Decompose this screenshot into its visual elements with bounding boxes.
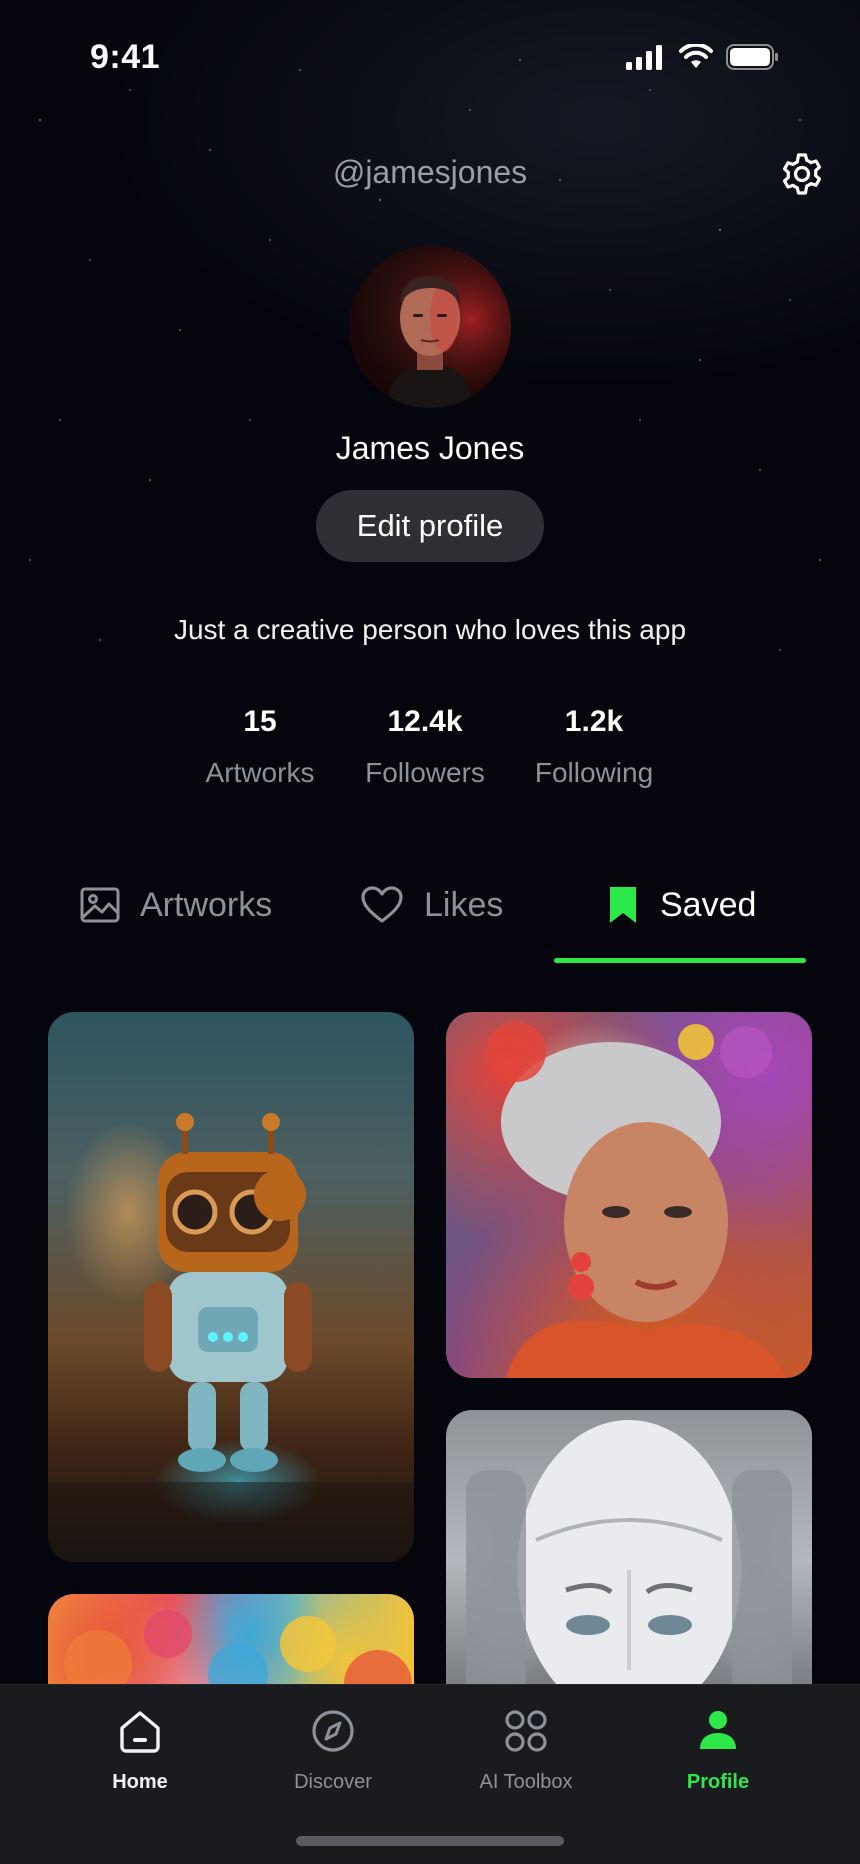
avatar[interactable] <box>349 246 511 408</box>
person-icon <box>700 1711 736 1749</box>
status-time: 9:41 <box>90 38 161 76</box>
saved-artwork-card[interactable] <box>48 1012 414 1562</box>
content-tabs: Artworks Likes Saved <box>0 870 860 963</box>
nav-label: Discover <box>294 1771 372 1793</box>
tab-artworks[interactable]: Artworks <box>80 870 272 940</box>
avatar-portrait <box>349 246 511 408</box>
nav-ai-toolbox[interactable]: AI Toolbox <box>436 1707 616 1794</box>
wifi-icon <box>679 44 713 68</box>
battery-icon <box>726 44 778 70</box>
image-icon <box>80 887 120 923</box>
active-tab-indicator <box>554 958 806 963</box>
tab-label: Likes <box>424 885 504 924</box>
elderly-woman-artwork <box>486 1022 786 1378</box>
tab-label: Artworks <box>140 885 273 924</box>
nav-label: Home <box>112 1771 168 1793</box>
stat-value: 1.2k <box>564 705 624 738</box>
status-bar: 9:41 <box>0 0 860 110</box>
saved-artwork-card[interactable] <box>446 1012 812 1378</box>
compass-icon <box>312 1710 354 1752</box>
cyborg-artwork <box>466 1420 792 1710</box>
heart-icon <box>361 886 403 923</box>
tab-label: Saved <box>660 885 757 924</box>
tab-saved[interactable]: Saved <box>606 870 756 940</box>
edit-profile-button[interactable]: Edit profile <box>316 490 544 562</box>
profile-bio: Just a creative person who loves this ap… <box>173 614 687 645</box>
cellular-signal-icon <box>626 45 662 70</box>
profile-handle: @jamesjones <box>332 154 528 190</box>
settings-gear-icon[interactable] <box>778 150 826 198</box>
profile-name: James Jones <box>335 430 525 466</box>
nav-profile[interactable]: Profile <box>628 1707 808 1794</box>
nav-label: Profile <box>686 1771 750 1793</box>
grid-icon <box>505 1710 547 1752</box>
nav-label: AI Toolbox <box>479 1771 573 1793</box>
profile-screen: 9:41 @jamesjones James Jones Edit profil… <box>0 0 860 1864</box>
status-icons <box>626 44 780 70</box>
bookmark-icon <box>610 887 636 923</box>
robot-artwork <box>48 1113 414 1562</box>
tab-likes[interactable]: Likes <box>360 870 503 940</box>
saved-artwork-card[interactable] <box>446 1410 812 1710</box>
home-indicator <box>296 1836 564 1846</box>
stat-label: Following <box>534 757 654 788</box>
home-icon <box>120 1711 160 1753</box>
stat-following[interactable]: 1.2k Following <box>494 705 694 789</box>
nav-home[interactable]: Home <box>50 1707 230 1794</box>
nav-discover[interactable]: Discover <box>243 1707 423 1794</box>
